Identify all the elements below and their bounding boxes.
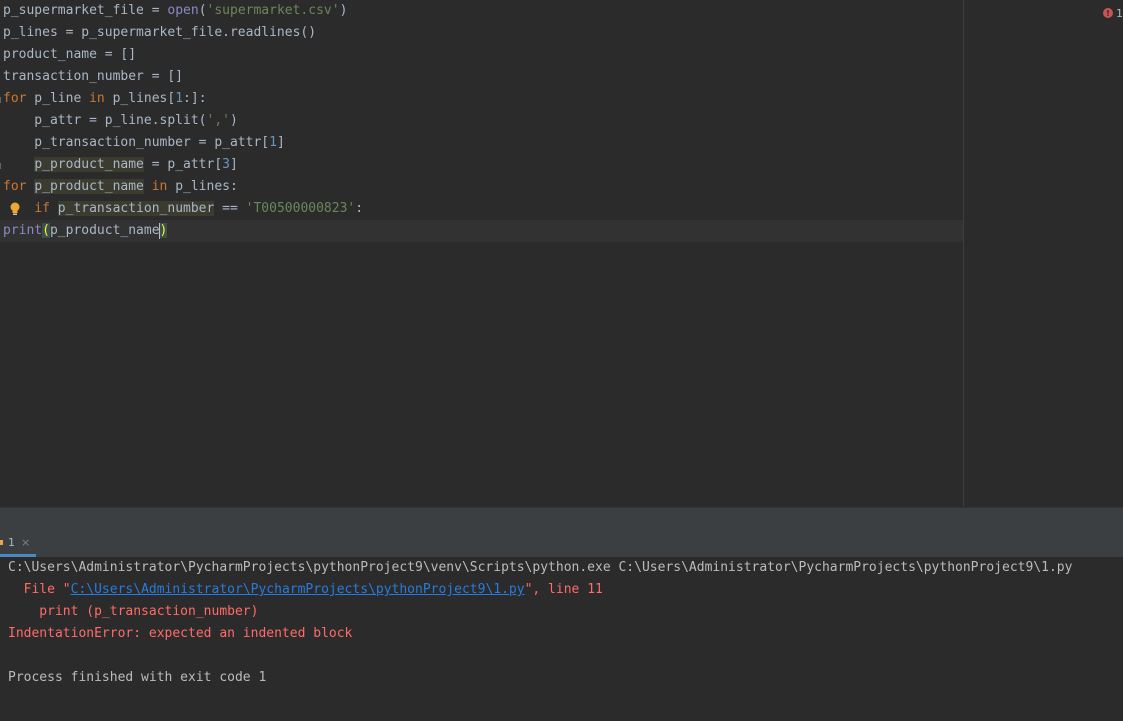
run-tab[interactable]: 1 ×: [0, 531, 37, 557]
code-line[interactable]: transaction_number = []: [0, 66, 963, 88]
code-line[interactable]: p_product_name = p_attr[3]: [0, 154, 963, 176]
code-token: for: [3, 179, 27, 194]
traceback-file-link[interactable]: C:\Users\Administrator\PycharmProjects\p…: [71, 582, 525, 597]
code-token: for: [3, 91, 27, 106]
right-margin-guide: [963, 0, 964, 507]
console-traceback-code: print (p_transaction_number): [8, 604, 259, 619]
console-command-line: C:\Users\Administrator\PycharmProjects\p…: [8, 560, 1073, 575]
panel-divider[interactable]: [0, 507, 1123, 532]
code-token: print: [3, 223, 43, 238]
code-token: 3: [222, 157, 230, 172]
code-token: p_attr = p_line.split(: [3, 113, 207, 128]
code-token: if: [34, 201, 50, 216]
code-token: 1: [269, 135, 277, 150]
code-token: = p_attr[: [143, 157, 223, 172]
code-token: p_lines[: [104, 91, 176, 106]
code-line[interactable]: for p_line in p_lines[1:]:: [0, 88, 963, 110]
code-token: p_transaction_number = p_attr[: [3, 135, 270, 150]
fold-marker[interactable]: [0, 97, 4, 103]
code-line[interactable]: p_lines = p_supermarket_file.readlines(): [0, 22, 963, 44]
code-editor[interactable]: p_supermarket_file = open('supermarket.c…: [0, 0, 1123, 507]
code-token: p_line: [26, 91, 90, 106]
code-token: ): [229, 113, 238, 128]
error-icon: !: [1103, 8, 1113, 18]
code-line[interactable]: if p_transaction_number == 'T00500000823…: [0, 198, 963, 220]
code-token: ): [159, 223, 168, 238]
code-token: ]: [230, 157, 238, 172]
code-token: p_product_name: [34, 179, 144, 194]
fold-marker[interactable]: [0, 163, 4, 169]
code-token: 'T00500000823': [245, 201, 356, 216]
console-error-message: IndentationError: expected an indented b…: [8, 626, 353, 641]
code-token: (: [42, 223, 50, 238]
code-token: p_product_name: [49, 223, 160, 238]
error-count: 1: [1116, 6, 1123, 20]
code-token: 1: [175, 91, 184, 106]
code-token: 'supermarket.csv': [206, 3, 340, 18]
code-token: open: [167, 3, 199, 18]
code-token: transaction_number = []: [3, 69, 184, 84]
code-token: (: [198, 3, 207, 18]
code-token: in: [151, 179, 168, 194]
code-token: p_lines = p_supermarket_file.readlines(): [3, 25, 317, 40]
code-line[interactable]: p_supermarket_file = open('supermarket.c…: [0, 0, 963, 22]
code-token: ): [339, 3, 348, 18]
code-token: ==: [214, 201, 246, 216]
error-indicator[interactable]: ! 1: [1103, 5, 1123, 21]
close-icon[interactable]: ×: [21, 536, 30, 549]
code-line[interactable]: p_attr = p_line.split(','): [0, 110, 963, 132]
code-token: ]: [276, 135, 285, 150]
code-area[interactable]: p_supermarket_file = open('supermarket.c…: [0, 0, 963, 242]
code-token: product_name = []: [3, 47, 137, 62]
run-tab-bar: 1 ×: [0, 531, 1123, 557]
code-line[interactable]: product_name = []: [0, 44, 963, 66]
code-line[interactable]: for p_product_name in p_lines:: [0, 176, 963, 198]
code-token: p_product_name: [34, 157, 144, 172]
run-console[interactable]: C:\Users\Administrator\PycharmProjects\p…: [0, 557, 1123, 721]
lightbulb-icon[interactable]: [9, 202, 21, 216]
code-line[interactable]: print(p_product_name): [0, 220, 963, 242]
console-traceback-file: File "C:\Users\Administrator\PycharmProj…: [0, 579, 1123, 601]
traceback-prefix: File ": [8, 582, 71, 597]
console-exit-message: Process finished with exit code 1: [8, 670, 267, 685]
code-token: :]:: [183, 91, 207, 106]
code-token: :: [355, 201, 364, 216]
code-token: p_supermarket_file =: [3, 3, 168, 18]
code-line[interactable]: p_transaction_number = p_attr[1]: [0, 132, 963, 154]
run-tab-label: 1: [8, 536, 15, 549]
traceback-suffix: ", line 11: [524, 582, 603, 597]
code-token: in: [89, 91, 105, 106]
code-token: ',': [206, 113, 230, 128]
code-token: p_transaction_number: [57, 201, 215, 216]
run-status-marker: [0, 540, 3, 545]
code-token: p_lines:: [167, 179, 238, 194]
